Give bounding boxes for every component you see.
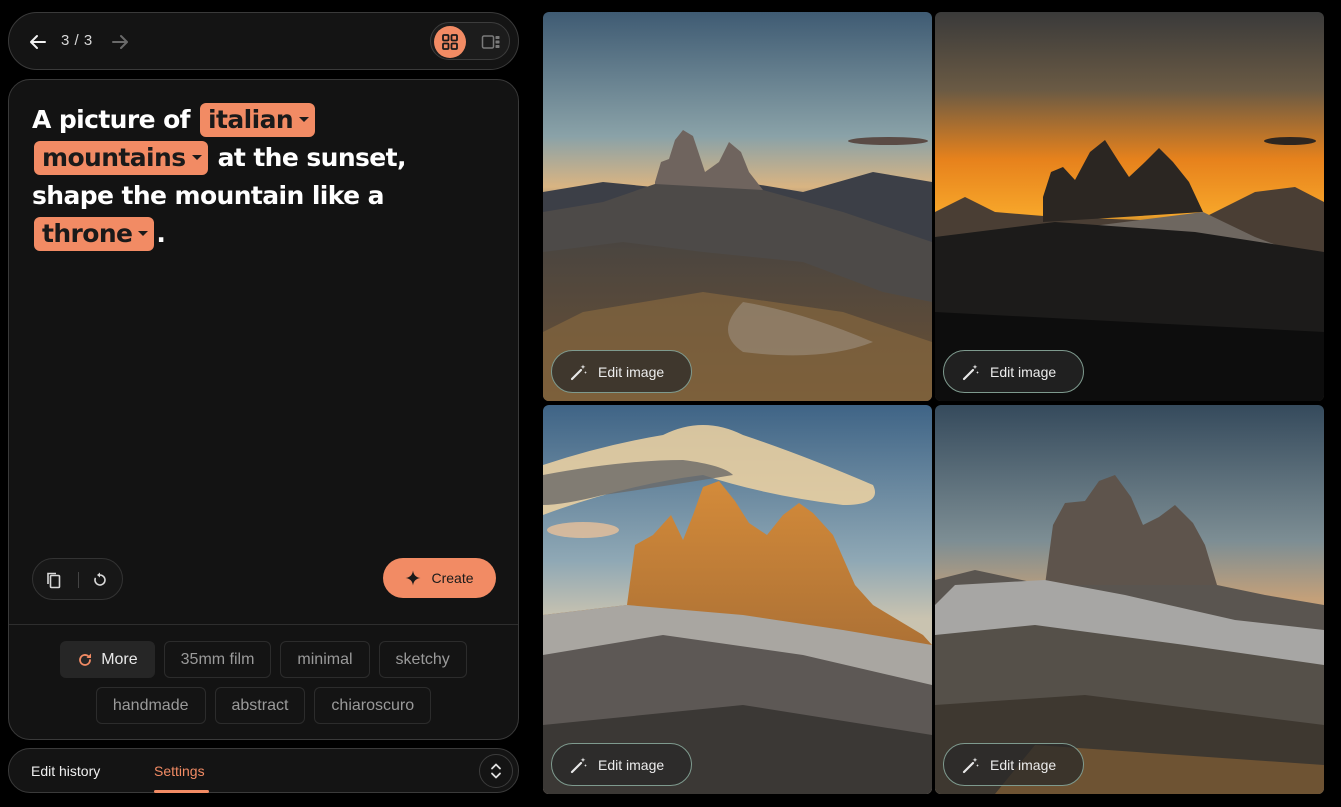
- refresh-icon: [79, 653, 92, 666]
- prompt-chip-italian[interactable]: italian: [200, 103, 316, 137]
- magic-wand-icon: [962, 364, 979, 380]
- mountain-sunset-image: [935, 405, 1324, 794]
- more-styles-button[interactable]: More: [60, 641, 155, 678]
- magic-wand-icon: [570, 757, 587, 773]
- caret-down-icon: [299, 116, 310, 122]
- grid-view-button[interactable]: [434, 26, 466, 58]
- edit-image-button[interactable]: Edit image: [943, 350, 1084, 393]
- prompt-segment: .: [156, 219, 166, 248]
- generated-image-1[interactable]: Edit image: [543, 12, 932, 401]
- style-chip[interactable]: handmade: [95, 687, 206, 724]
- edit-image-button[interactable]: Edit image: [943, 743, 1084, 786]
- page-counter: 3 / 3: [61, 32, 93, 49]
- create-button[interactable]: Create: [383, 558, 496, 598]
- single-view-button[interactable]: [475, 26, 507, 58]
- view-toggle: [430, 22, 510, 60]
- prompt-segment: A picture of: [32, 105, 191, 134]
- edit-image-label: Edit image: [598, 756, 665, 773]
- single-view-icon: [481, 35, 500, 49]
- style-chip[interactable]: minimal: [280, 641, 370, 678]
- unfold-icon: [491, 763, 501, 779]
- magic-wand-icon: [962, 757, 979, 773]
- edit-image-label: Edit image: [990, 363, 1057, 380]
- divider: [78, 572, 79, 588]
- reset-button[interactable]: [89, 569, 111, 591]
- tab-edit-history[interactable]: Edit history: [31, 763, 100, 779]
- generated-image-2[interactable]: Edit image: [935, 12, 1324, 401]
- style-chip[interactable]: 35mm film: [163, 641, 272, 678]
- generated-image-4[interactable]: Edit image: [935, 405, 1324, 794]
- sparkle-icon: [405, 570, 421, 586]
- prompt-chip-throne[interactable]: throne: [34, 217, 155, 251]
- back-button[interactable]: [23, 27, 53, 57]
- prompt-tools: [32, 558, 123, 600]
- generated-image-3[interactable]: Edit image: [543, 405, 932, 794]
- edit-image-label: Edit image: [598, 363, 665, 380]
- caret-down-icon: [138, 230, 149, 236]
- style-chip[interactable]: abstract: [214, 687, 306, 724]
- prompt-chip-mountains[interactable]: mountains: [34, 141, 208, 175]
- bottom-tabs: Edit history Settings: [8, 748, 519, 793]
- more-label: More: [101, 650, 138, 668]
- mountain-sunset-image: [543, 405, 932, 794]
- style-row: More 35mm film minimal sketchy: [9, 641, 518, 678]
- grid-icon: [442, 34, 458, 50]
- edit-image-label: Edit image: [990, 756, 1057, 773]
- copy-button[interactable]: [43, 569, 65, 591]
- expand-panel-button[interactable]: [479, 754, 513, 788]
- prompt-card: A picture of italian mountains at the su…: [8, 79, 519, 740]
- forward-button[interactable]: [105, 27, 135, 57]
- caret-down-icon: [191, 154, 202, 160]
- tab-settings[interactable]: Settings: [154, 763, 205, 779]
- chip-label: throne: [42, 219, 133, 248]
- copy-icon: [47, 572, 61, 589]
- create-label: Create: [431, 570, 474, 586]
- mountain-sunset-image: [543, 12, 932, 401]
- reset-icon: [94, 572, 106, 586]
- style-suggestions: More 35mm film minimal sketchy handmade …: [9, 641, 518, 733]
- prompt-text[interactable]: A picture of italian mountains at the su…: [32, 101, 492, 253]
- chip-label: mountains: [42, 143, 186, 172]
- edit-image-button[interactable]: Edit image: [551, 350, 692, 393]
- magic-wand-icon: [570, 364, 587, 380]
- active-tab-indicator: [154, 790, 209, 793]
- navigation-bar: 3 / 3: [8, 12, 519, 70]
- divider: [9, 624, 518, 625]
- style-chip[interactable]: sketchy: [378, 641, 467, 678]
- arrow-left-icon: [30, 35, 46, 49]
- style-row: handmade abstract chiaroscuro: [9, 687, 518, 724]
- mountain-sunset-image: [935, 12, 1324, 401]
- edit-image-button[interactable]: Edit image: [551, 743, 692, 786]
- arrow-right-icon: [112, 35, 128, 49]
- style-chip[interactable]: chiaroscuro: [314, 687, 432, 724]
- chip-label: italian: [208, 105, 294, 134]
